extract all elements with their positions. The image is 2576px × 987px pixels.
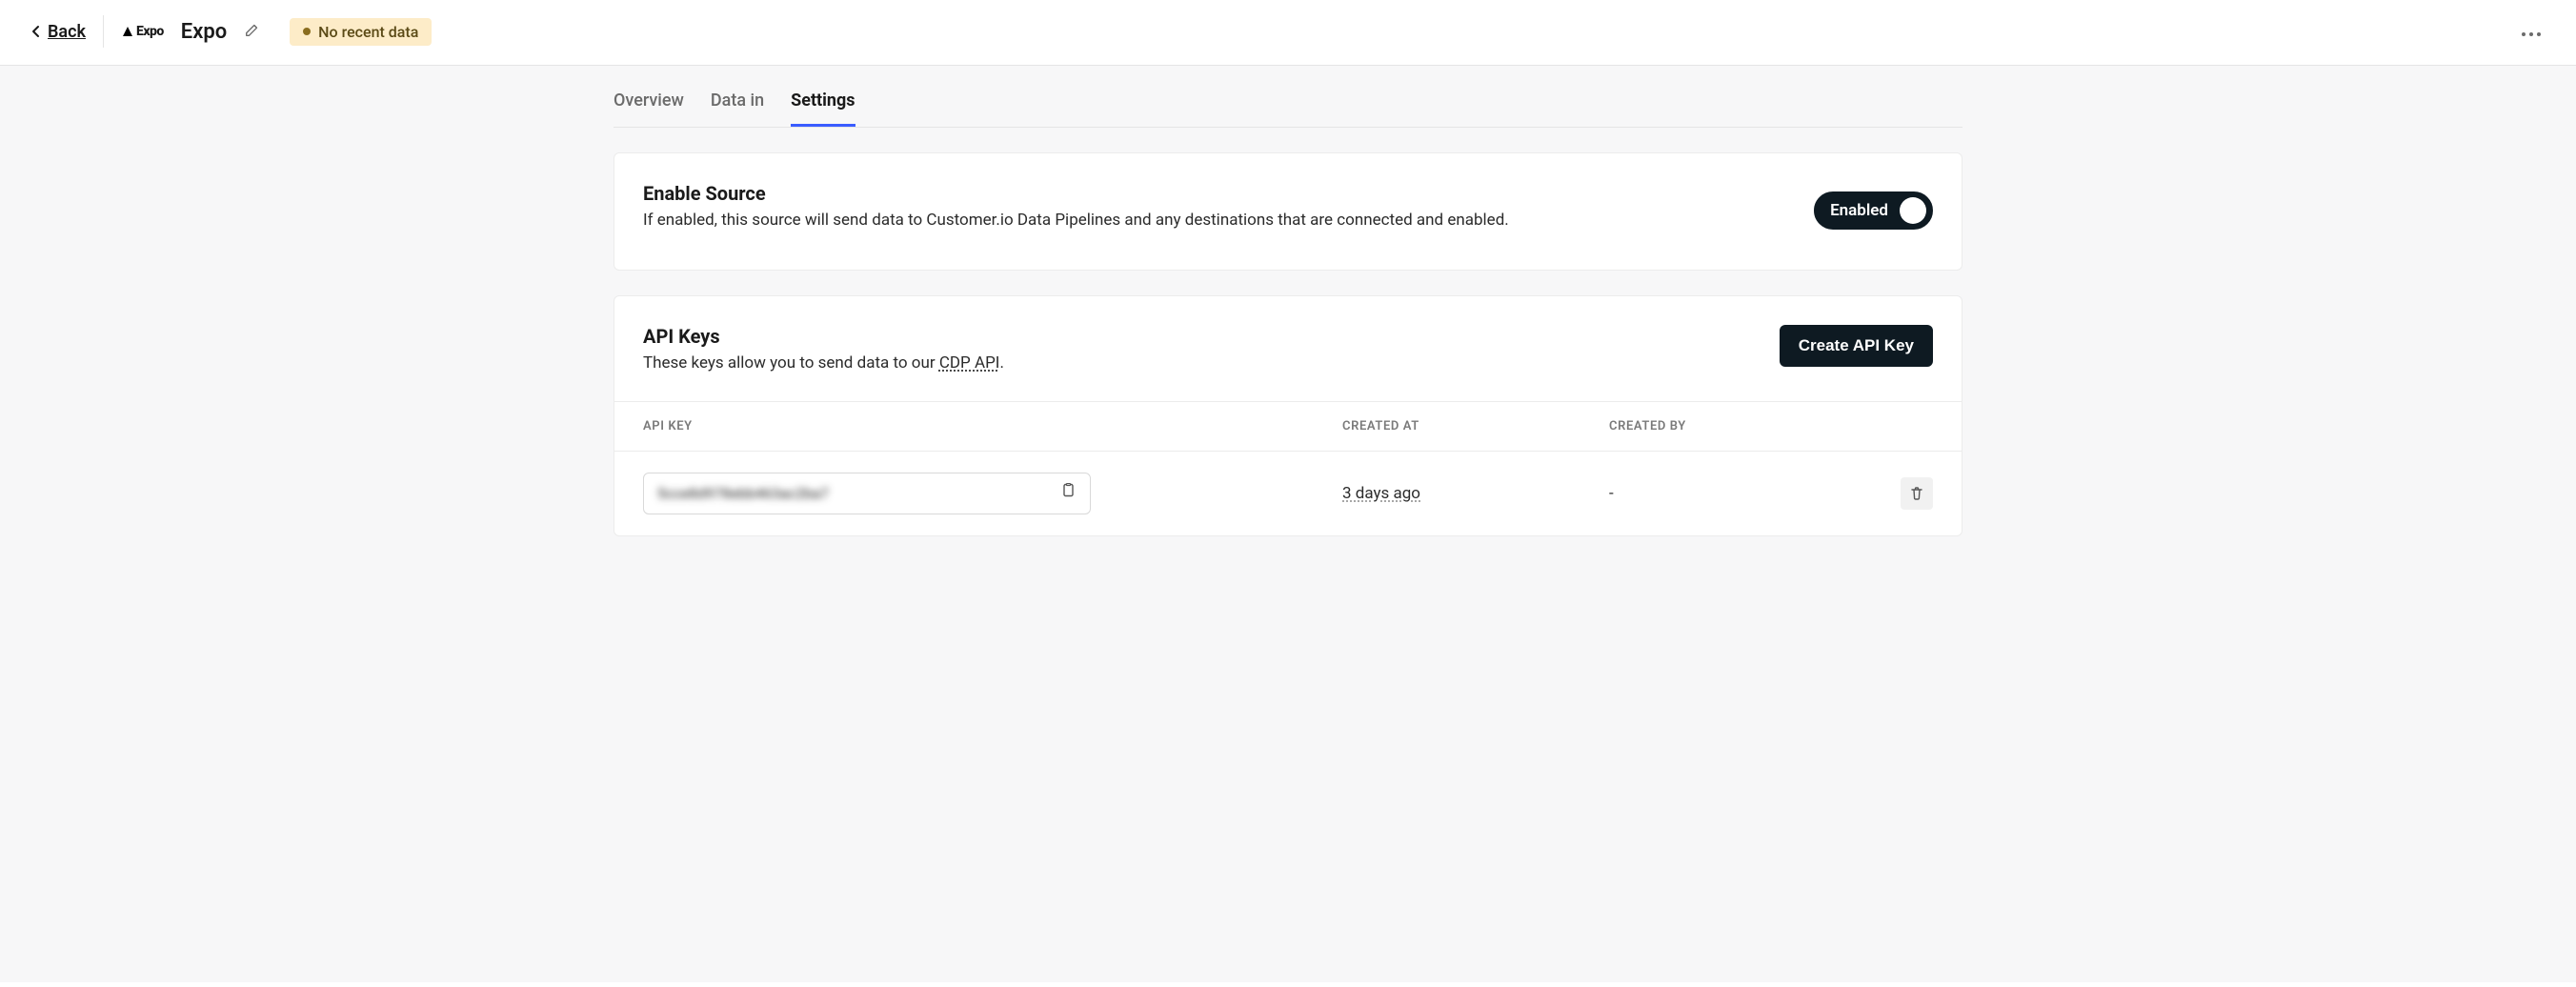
col-created-at: CREATED AT — [1342, 419, 1609, 433]
enable-source-card: Enable Source If enabled, this source wi… — [614, 152, 1962, 271]
back-label: Back — [48, 22, 86, 42]
divider — [103, 15, 104, 48]
header-left: Back Expo Expo No recent data — [30, 15, 432, 48]
more-menu-button[interactable] — [2517, 19, 2546, 45]
status-badge: No recent data — [290, 18, 432, 46]
created-at-value: 3 days ago — [1342, 484, 1420, 503]
col-created-by: CREATED BY — [1609, 419, 1876, 433]
page-body: Overview Data in Settings Enable Source … — [0, 66, 2576, 982]
table-row: 5cce8d978ebb463ac2ba7 3 days ago - — [614, 452, 1962, 535]
create-api-key-button[interactable]: Create API Key — [1780, 325, 1933, 367]
copy-icon[interactable] — [1061, 483, 1077, 504]
status-text: No recent data — [318, 23, 418, 41]
api-key-field[interactable]: 5cce8d978ebb463ac2ba7 — [643, 473, 1091, 514]
enable-source-toggle[interactable]: Enabled — [1814, 191, 1933, 230]
enable-source-description: If enabled, this source will send data t… — [643, 211, 1509, 230]
enable-source-text: Enable Source If enabled, this source wi… — [643, 182, 1509, 230]
api-keys-text: API Keys These keys allow you to send da… — [643, 325, 1004, 373]
api-keys-title: API Keys — [643, 325, 1004, 348]
col-api-key: API KEY — [643, 419, 1342, 433]
api-keys-table-header: API KEY CREATED AT CREATED BY — [614, 401, 1962, 452]
pencil-icon[interactable] — [244, 21, 261, 42]
cdp-api-link[interactable]: CDP API — [939, 353, 1000, 373]
tab-settings[interactable]: Settings — [791, 91, 855, 127]
status-dot-icon — [303, 28, 311, 35]
enable-source-title: Enable Source — [643, 182, 1509, 205]
chevron-left-icon — [30, 25, 42, 38]
tabs: Overview Data in Settings — [614, 66, 1962, 128]
logo-text: Expo — [136, 24, 164, 39]
page-header: Back Expo Expo No recent data — [0, 0, 2576, 66]
api-key-value: 5cce8d978ebb463ac2ba7 — [657, 485, 829, 502]
source-logo: Expo — [121, 24, 164, 39]
toggle-label: Enabled — [1830, 201, 1888, 220]
delete-api-key-button[interactable] — [1901, 477, 1933, 510]
toggle-knob-icon — [1900, 197, 1926, 224]
trash-icon — [1909, 486, 1924, 501]
api-keys-description: These keys allow you to send data to our… — [643, 353, 1004, 373]
created-by-value: - — [1609, 484, 1614, 503]
tab-overview[interactable]: Overview — [614, 91, 684, 127]
page-title: Expo — [181, 20, 227, 44]
back-button[interactable]: Back — [30, 22, 86, 42]
api-keys-card: API Keys These keys allow you to send da… — [614, 295, 1962, 536]
tab-data-in[interactable]: Data in — [711, 91, 764, 127]
